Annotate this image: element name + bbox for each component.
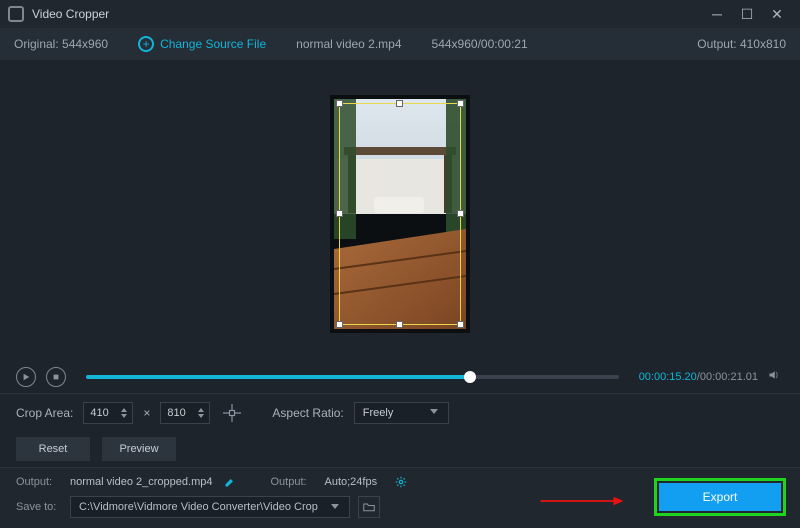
output-filename: normal video 2_cropped.mp4 <box>70 476 212 488</box>
crop-height-input[interactable]: 810 <box>160 402 210 424</box>
crop-height-up[interactable] <box>197 407 205 412</box>
crop-handle-t[interactable] <box>396 100 403 107</box>
plus-icon: + <box>138 36 154 52</box>
close-button[interactable]: ✕ <box>762 0 792 28</box>
seek-fill <box>86 375 470 379</box>
minimize-button[interactable]: ─ <box>702 0 732 28</box>
play-button[interactable] <box>16 367 36 387</box>
chevron-down-icon <box>329 500 341 515</box>
reset-button[interactable]: Reset <box>16 437 90 461</box>
crop-handle-r[interactable] <box>457 210 464 217</box>
preview-button[interactable]: Preview <box>102 437 176 461</box>
crop-handle-tl[interactable] <box>336 100 343 107</box>
infobar: Original: 544x960 + Change Source File n… <box>0 28 800 60</box>
aspect-ratio-label: Aspect Ratio: <box>272 406 343 420</box>
seek-thumb[interactable] <box>464 371 476 383</box>
time-display: 00:00:15.20/00:00:21.01 <box>639 371 758 383</box>
output-section: Output: normal video 2_cropped.mp4 Outpu… <box>0 467 800 528</box>
output-format-value: Auto;24fps <box>324 476 377 488</box>
crop-height-down[interactable] <box>197 413 205 418</box>
crop-rectangle[interactable] <box>339 103 461 325</box>
playback-bar: 00:00:15.20/00:00:21.01 <box>0 361 800 393</box>
crop-area-label: Crop Area: <box>16 406 73 420</box>
output-format-label: Output: <box>270 476 316 488</box>
output-file-label: Output: <box>16 476 62 488</box>
output-settings-button[interactable] <box>395 476 407 488</box>
save-path-select[interactable]: C:\Vidmore\Vidmore Video Converter\Video… <box>70 496 350 518</box>
edit-filename-button[interactable] <box>224 476 236 488</box>
crop-handle-bl[interactable] <box>336 321 343 328</box>
times-label: × <box>143 406 150 420</box>
seek-bar[interactable] <box>86 375 619 379</box>
app-title: Video Cropper <box>32 7 109 21</box>
crop-handle-l[interactable] <box>336 210 343 217</box>
aspect-ratio-select[interactable]: Freely <box>354 402 449 424</box>
crop-width-down[interactable] <box>120 413 128 418</box>
volume-icon[interactable] <box>768 369 784 385</box>
save-to-label: Save to: <box>16 501 62 513</box>
source-filename: normal video 2.mp4 <box>296 37 401 51</box>
center-crop-button[interactable] <box>220 402 244 424</box>
original-label: Original: 544x960 <box>14 37 108 51</box>
crop-handle-br[interactable] <box>457 321 464 328</box>
source-meta: 544x960/00:00:21 <box>432 37 528 51</box>
export-button[interactable]: Export <box>659 483 781 511</box>
chevron-down-icon <box>428 405 440 420</box>
crop-width-input[interactable]: 410 <box>83 402 133 424</box>
action-buttons-row: Reset Preview <box>0 431 800 467</box>
output-dims-label: Output: 410x810 <box>697 37 786 51</box>
open-folder-button[interactable] <box>358 496 380 518</box>
crop-handle-tr[interactable] <box>457 100 464 107</box>
video-frame[interactable] <box>330 95 470 333</box>
crop-width-up[interactable] <box>120 407 128 412</box>
change-source-button[interactable]: + Change Source File <box>138 36 266 52</box>
app-icon <box>8 6 24 22</box>
export-highlight: Export <box>654 478 786 516</box>
crop-handle-b[interactable] <box>396 321 403 328</box>
preview-area <box>0 60 800 361</box>
titlebar: Video Cropper ─ ☐ ✕ <box>0 0 800 28</box>
stop-button[interactable] <box>46 367 66 387</box>
maximize-button[interactable]: ☐ <box>732 0 762 28</box>
crop-controls: Crop Area: 410 × 810 Aspect Ratio: Freel… <box>0 393 800 431</box>
